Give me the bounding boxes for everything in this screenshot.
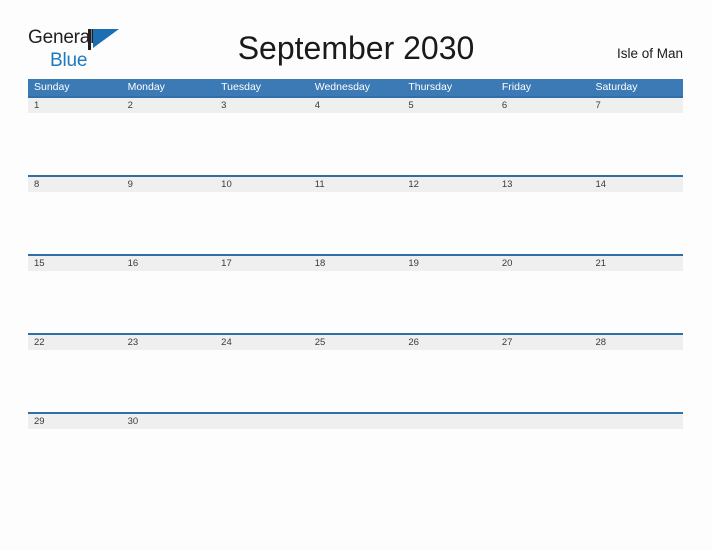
weekday-saturday: Saturday — [595, 81, 638, 93]
day-cell[interactable]: 10 — [215, 177, 309, 192]
day-cell[interactable]: 20 — [496, 256, 590, 271]
week-row: 8 9 10 11 12 13 14 — [28, 175, 683, 256]
day-cell[interactable]: 1 — [28, 98, 122, 113]
day-cell[interactable]: 27 — [496, 335, 590, 350]
day-cell[interactable]: 2 — [122, 98, 216, 113]
weekday-sunday: Sunday — [34, 81, 70, 93]
day-cell[interactable]: 16 — [122, 256, 216, 271]
week-row: 29 30 — [28, 412, 683, 444]
day-cell[interactable]: 19 — [402, 256, 496, 271]
day-cell[interactable]: 17 — [215, 256, 309, 271]
day-cell[interactable]: 6 — [496, 98, 590, 113]
day-cell[interactable]: 21 — [589, 256, 683, 271]
day-cell[interactable]: 11 — [309, 177, 403, 192]
day-cell[interactable]: 8 — [28, 177, 122, 192]
date-number-band: 8 9 10 11 12 13 14 — [28, 177, 683, 192]
day-cell-empty — [402, 414, 496, 429]
day-cell[interactable]: 13 — [496, 177, 590, 192]
date-number-band: 15 16 17 18 19 20 21 — [28, 256, 683, 271]
weekday-friday: Friday — [501, 81, 532, 93]
day-cell[interactable]: 5 — [402, 98, 496, 113]
page-header: General Blue September 2030 Isle of Man — [0, 0, 712, 70]
date-number-band: 1 2 3 4 5 6 7 — [28, 98, 683, 113]
week-row: 1 2 3 4 5 6 7 — [28, 96, 683, 177]
day-cell[interactable]: 25 — [309, 335, 403, 350]
day-cell[interactable]: 14 — [589, 177, 683, 192]
day-cell[interactable]: 12 — [402, 177, 496, 192]
calendar-table: Sunday Monday Tuesday Wednesday Thursday… — [28, 79, 683, 444]
week-note-area[interactable] — [28, 192, 683, 256]
day-cell[interactable]: 3 — [215, 98, 309, 113]
day-cell-empty — [589, 414, 683, 429]
day-cell[interactable]: 24 — [215, 335, 309, 350]
location-label: Isle of Man — [616, 46, 683, 61]
day-cell[interactable]: 22 — [28, 335, 122, 350]
day-cell[interactable]: 4 — [309, 98, 403, 113]
day-cell[interactable]: 28 — [589, 335, 683, 350]
week-row: 15 16 17 18 19 20 21 — [28, 254, 683, 335]
day-cell[interactable]: 9 — [122, 177, 216, 192]
date-number-band: 29 30 — [28, 414, 683, 429]
day-cell-empty — [215, 414, 309, 429]
day-cell-empty — [496, 414, 590, 429]
week-note-area[interactable] — [28, 271, 683, 335]
day-cell[interactable]: 18 — [309, 256, 403, 271]
weekday-thursday: Thursday — [408, 81, 453, 93]
day-cell[interactable]: 23 — [122, 335, 216, 350]
day-cell-empty — [309, 414, 403, 429]
day-cell[interactable]: 30 — [122, 414, 216, 429]
weekday-header-row: Sunday Monday Tuesday Wednesday Thursday… — [28, 79, 683, 96]
page-title: September 2030 — [237, 30, 475, 66]
date-number-band: 22 23 24 25 26 27 28 — [28, 335, 683, 350]
day-cell[interactable]: 15 — [28, 256, 122, 271]
day-cell[interactable]: 26 — [402, 335, 496, 350]
weekday-wednesday: Wednesday — [314, 81, 370, 93]
weekday-monday: Monday — [127, 81, 165, 93]
week-note-area[interactable] — [28, 113, 683, 177]
day-cell[interactable]: 29 — [28, 414, 122, 429]
week-note-area[interactable] — [28, 429, 683, 444]
weekday-tuesday: Tuesday — [221, 81, 262, 93]
week-note-area[interactable] — [28, 350, 683, 414]
day-cell[interactable]: 7 — [589, 98, 683, 113]
week-row: 22 23 24 25 26 27 28 — [28, 333, 683, 414]
